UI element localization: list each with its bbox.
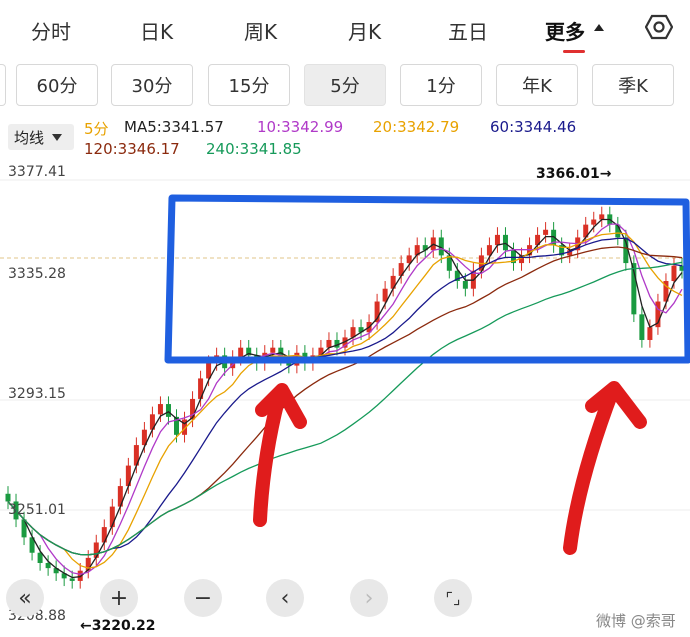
candle-body — [270, 347, 276, 353]
candle-body — [93, 542, 99, 558]
dropdown-triangle-icon[interactable] — [594, 24, 604, 31]
ma-lines-group — [7, 218, 683, 579]
low-annotation: ←3220.22 — [80, 618, 156, 634]
tab-five-day[interactable]: 五日 — [448, 16, 488, 45]
period-5m[interactable]: 5分 — [304, 64, 386, 106]
tab-day-k[interactable]: 日K — [140, 16, 173, 45]
candle-body — [591, 219, 597, 225]
candle-body — [5, 493, 11, 502]
period-button-partial[interactable] — [0, 64, 6, 106]
candle-body — [157, 404, 163, 415]
period-1m[interactable]: 1分 — [400, 64, 482, 106]
legend-ma10: 10:3342.99 — [257, 118, 344, 136]
period-60m[interactable]: 60分 — [16, 64, 98, 106]
next-button[interactable]: › — [350, 579, 388, 617]
legend-ma120: 120:3346.17 — [84, 140, 180, 158]
watermark: 微博 @索哥 — [596, 612, 676, 630]
candle-body — [599, 214, 605, 220]
candle-body — [647, 327, 653, 340]
top-tabs: 分时 日K 周K 月K 五日 更多 — [0, 0, 690, 58]
prev-button[interactable]: ‹ — [266, 579, 304, 617]
candle-body — [543, 229, 549, 235]
collapse-button[interactable]: « — [6, 579, 44, 617]
candle-body — [502, 234, 508, 251]
kline-svg — [0, 179, 690, 589]
period-30m[interactable]: 30分 — [111, 64, 193, 106]
candle-body — [494, 234, 500, 246]
high-annotation: 3366.01→ — [536, 166, 612, 182]
fullscreen-button[interactable]: ⌜⌟ — [434, 579, 472, 617]
caret-down-icon — [52, 133, 63, 141]
period-quarter-k[interactable]: 季K — [592, 64, 674, 106]
tab-more[interactable]: 更多 — [545, 16, 585, 45]
kline-chart[interactable]: 3377.41 3335.28 3293.15 3251.01 3208.88 … — [0, 160, 690, 637]
ma-selector[interactable]: 均线 — [8, 124, 74, 150]
tab-fenshi[interactable]: 分时 — [31, 16, 71, 45]
annotation-arrow-left — [253, 383, 307, 527]
y-axis-label: 3335.28 — [8, 266, 66, 282]
tab-week-k[interactable]: 周K — [244, 16, 277, 45]
settings-hexagon-icon[interactable] — [645, 13, 673, 41]
legend-ma5: MA5:3341.57 — [124, 118, 224, 136]
legend-ma240: 240:3341.85 — [206, 140, 302, 158]
zoom-in-button[interactable]: + — [100, 579, 138, 617]
tab-month-k[interactable]: 月K — [348, 16, 381, 45]
y-axis-label: 3251.01 — [8, 502, 66, 518]
candle-body — [69, 578, 75, 581]
annotation-arrow-right — [563, 381, 647, 555]
ma5-line — [7, 218, 683, 579]
period-year-k[interactable]: 年K — [496, 64, 578, 106]
ma-legend: 均线 5分 MA5:3341.57 10:3342.99 20:3342.79 … — [0, 116, 690, 160]
zoom-out-button[interactable]: − — [184, 579, 222, 617]
active-tab-indicator — [563, 50, 585, 53]
legend-period: 5分 — [84, 120, 109, 138]
legend-ma20: 20:3342.79 — [373, 118, 460, 136]
ma-selector-label: 均线 — [14, 128, 45, 147]
candles-group — [5, 206, 685, 589]
candle-body — [45, 562, 51, 569]
legend-ma60: 60:3344.46 — [490, 118, 577, 136]
candle-body — [462, 281, 468, 289]
candle-body — [671, 265, 677, 282]
period-selector: 60分 30分 15分 5分 1分 年K 季K — [0, 64, 690, 108]
y-axis-label: 3293.15 — [8, 386, 66, 402]
candle-body — [639, 314, 645, 340]
y-axis-label: 3377.41 — [8, 164, 66, 180]
period-15m[interactable]: 15分 — [208, 64, 290, 106]
candle-body — [165, 404, 171, 417]
